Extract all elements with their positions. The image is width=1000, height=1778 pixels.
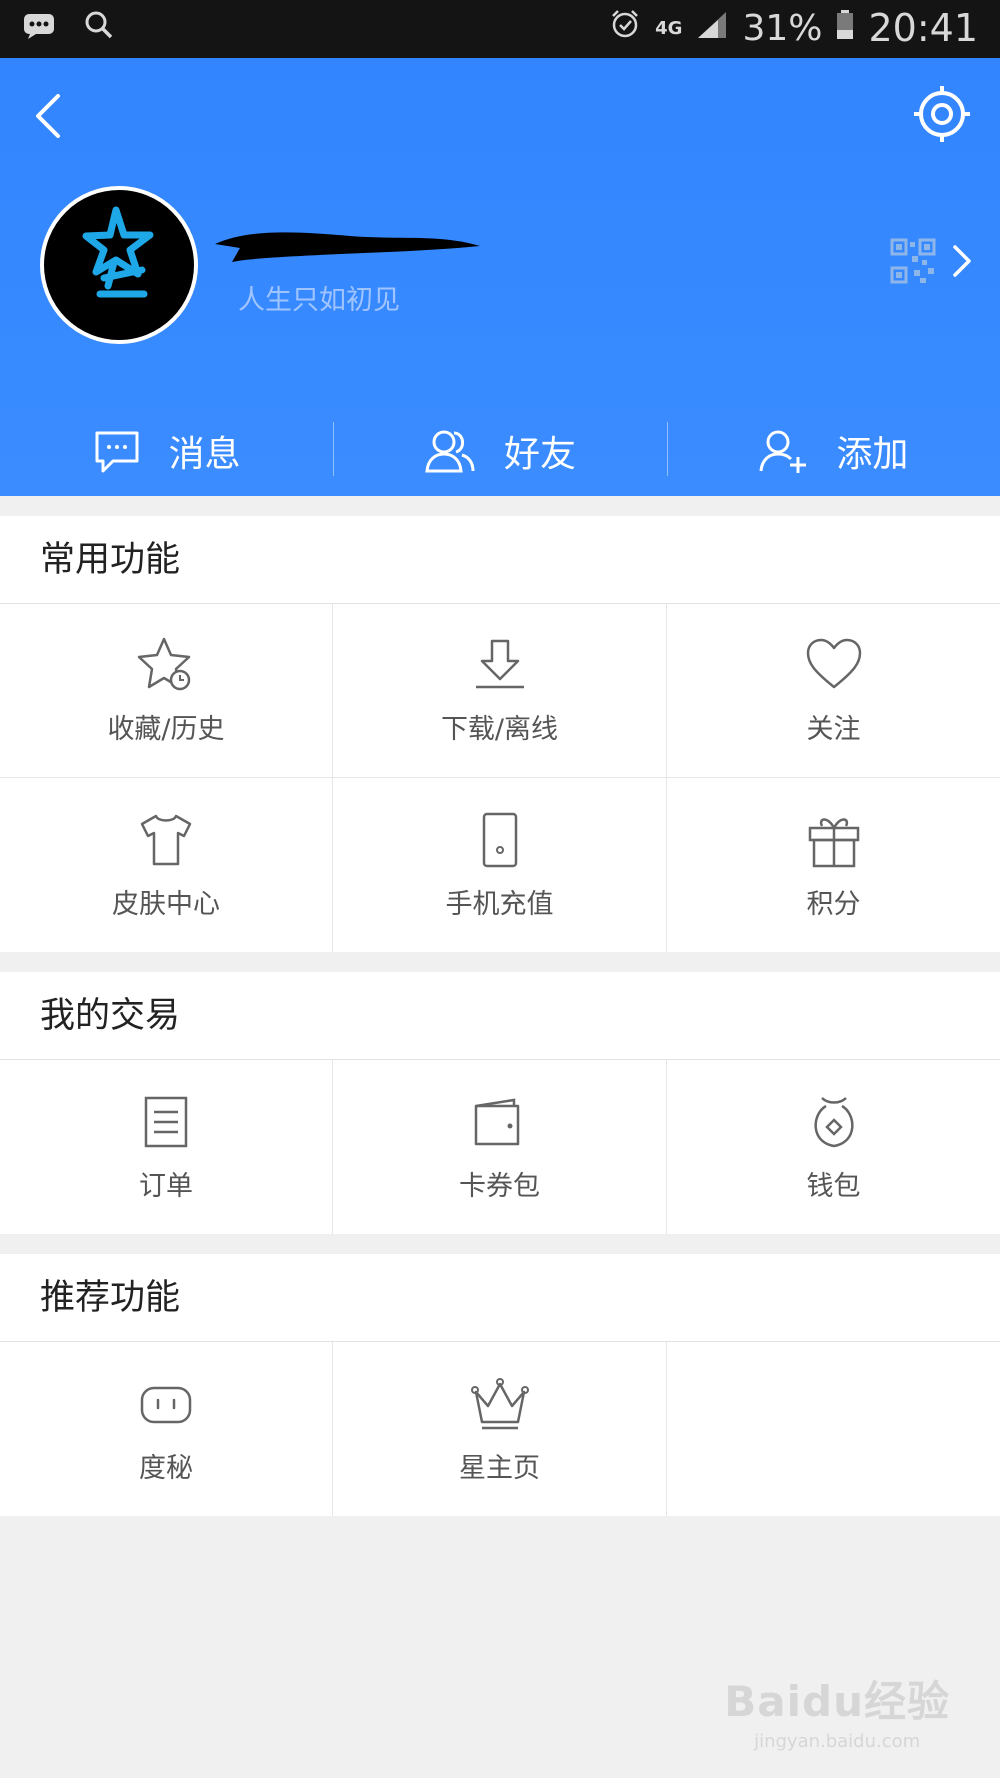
grid-item-favorites-history[interactable]: 收藏/历史 (0, 604, 333, 778)
quick-action-bar: 消息 好友 添加 (0, 408, 1000, 494)
status-bar: 4G 31% 20:41 (0, 0, 1000, 58)
grid-item-label: 卡券包 (459, 1170, 540, 1202)
tshirt-icon (140, 814, 192, 865)
star-clock-icon (137, 637, 191, 691)
baidu-watermark: Baidu经验 jingyan.baidu.com (724, 1668, 950, 1752)
grid-item-orders[interactable]: 订单 (0, 1060, 333, 1234)
message-icon (22, 11, 56, 43)
grid-item-card-coupons[interactable]: 卡券包 (333, 1060, 667, 1234)
friends-icon (425, 430, 475, 473)
grid-item-empty (667, 1342, 1000, 1516)
back-button[interactable] (22, 86, 72, 146)
chevron-left-icon (36, 94, 60, 138)
grid-item-label: 手机充值 (445, 888, 554, 920)
grid-item-skin-center[interactable]: 皮肤中心 (0, 778, 333, 952)
battery-percent: 31% (742, 7, 823, 49)
grid-item-label: 钱包 (806, 1170, 861, 1202)
grid-item-follow[interactable]: 关注 (667, 604, 1000, 778)
avatar[interactable] (40, 186, 198, 344)
gift-icon (808, 817, 859, 867)
signal-icon (696, 8, 728, 49)
section-title: 我的交易 (0, 972, 1000, 1060)
qr-code-button[interactable] (890, 238, 972, 284)
user-signature: 人生只如初见 (238, 285, 400, 316)
grid-item-label: 订单 (139, 1170, 193, 1202)
battery-icon (836, 8, 854, 49)
grid-item-star-homepage[interactable]: 星主页 (333, 1342, 667, 1516)
grid-item-wallet[interactable]: 钱包 (667, 1060, 1000, 1234)
gear-icon (914, 86, 970, 142)
star-logo-icon (82, 206, 154, 298)
watermark-text: Baidu经验 (724, 1677, 950, 1726)
profile-header: 人生只如初见 消息 好友 添加 (0, 58, 1000, 496)
grid-item-label: 下载/离线 (440, 714, 559, 745)
section-my-trades: 我的交易 订单 卡券包 钱包 (0, 972, 1000, 1234)
robot-face-icon (140, 1386, 192, 1423)
quick-action-messages[interactable]: 消息 (0, 408, 333, 494)
grid-item-label: 星主页 (459, 1452, 540, 1484)
section-title: 常用功能 (0, 516, 1000, 604)
section-title: 推荐功能 (0, 1254, 1000, 1342)
settings-button[interactable] (912, 84, 972, 144)
qr-code-icon (890, 238, 936, 284)
grid-item-label: 收藏/历史 (107, 714, 225, 745)
quick-action-label: 添加 (836, 434, 909, 475)
watermark-url: jingyan.baidu.com (754, 1731, 921, 1752)
section-recommended: 推荐功能 度秘 星主页 (0, 1254, 1000, 1516)
quick-action-label: 消息 (168, 434, 241, 475)
alarm-icon (609, 8, 641, 49)
network-type: 4G (655, 17, 683, 39)
grid-item-points[interactable]: 积分 (667, 778, 1000, 952)
crown-icon (470, 1377, 529, 1429)
grid-item-phone-recharge[interactable]: 手机充值 (333, 778, 667, 952)
phone-icon (482, 812, 517, 867)
chevron-right-icon (953, 245, 971, 277)
grid-item-label: 度秘 (139, 1452, 193, 1484)
quick-action-friends[interactable]: 好友 (333, 408, 666, 494)
grid-item-dumi[interactable]: 度秘 (0, 1342, 333, 1516)
quick-action-label: 好友 (503, 434, 576, 475)
grid-item-label: 积分 (806, 888, 861, 920)
username-redacted (215, 232, 480, 262)
grid-item-download-offline[interactable]: 下载/离线 (333, 604, 667, 778)
download-icon (475, 639, 524, 689)
money-bag-icon (813, 1096, 854, 1147)
heart-icon (806, 638, 861, 689)
search-icon (84, 10, 114, 44)
clock: 20:41 (868, 6, 978, 50)
quick-action-add[interactable]: 添加 (666, 408, 1000, 494)
order-list-icon (144, 1096, 188, 1147)
wallet-card-icon (474, 1098, 519, 1145)
grid-item-label: 关注 (806, 714, 861, 745)
grid-item-label: 皮肤中心 (112, 888, 220, 920)
section-common-functions: 常用功能 收藏/历史 下载/离线 关注 皮肤中心 手机充值 积分 (0, 516, 1000, 952)
add-user-icon (759, 430, 807, 473)
message-bubble-icon (95, 431, 139, 473)
